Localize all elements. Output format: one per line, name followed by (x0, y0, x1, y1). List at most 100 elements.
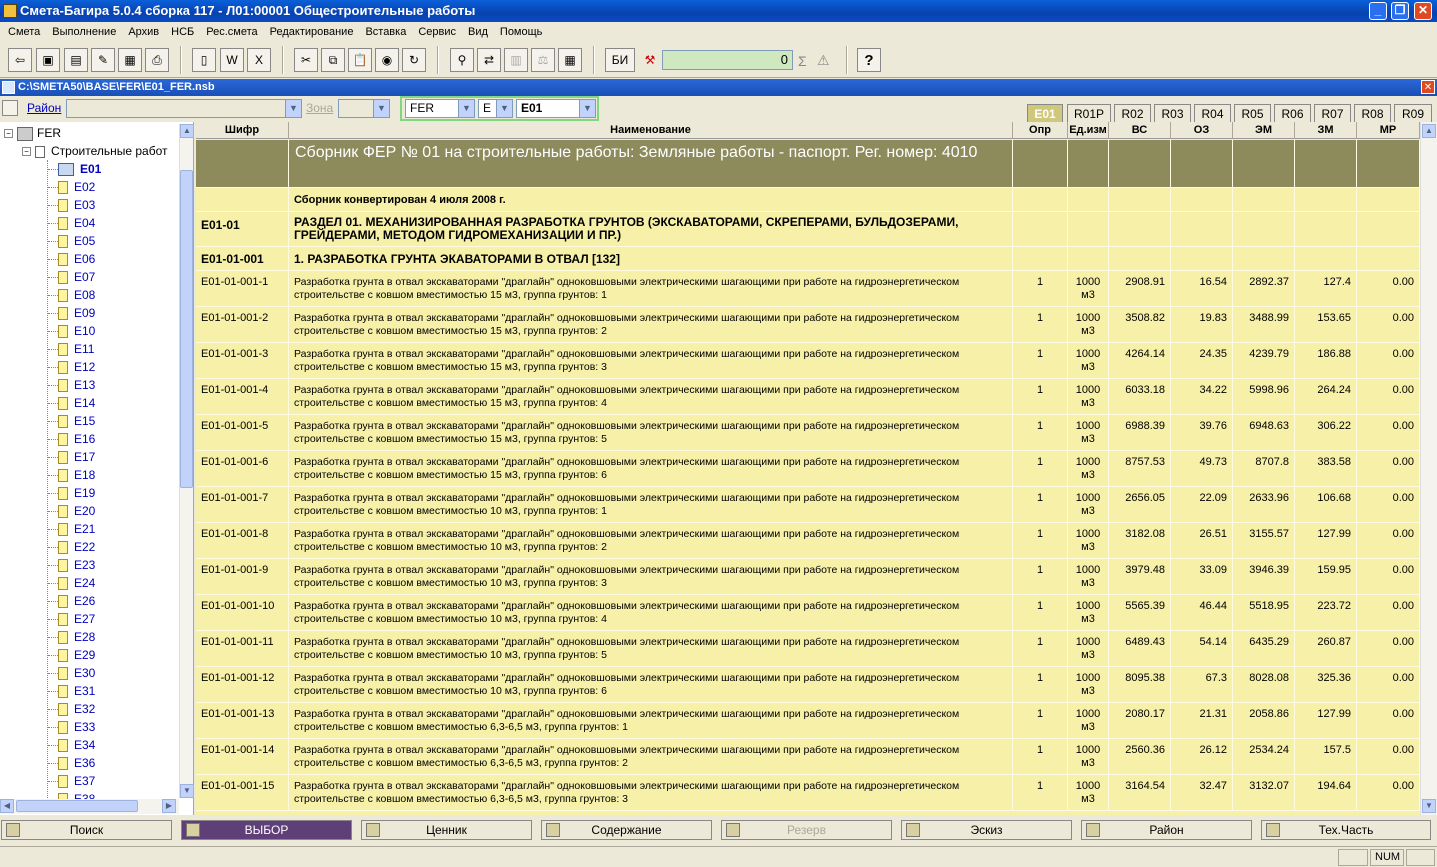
replace-icon[interactable]: ⇄ (477, 48, 501, 72)
edit-icon[interactable]: ✎ (91, 48, 115, 72)
menu-item[interactable]: Вставка (359, 26, 412, 38)
column-header[interactable]: Наименование (289, 122, 1013, 139)
tree-vertical-scrollbar[interactable]: ▲ ▼ (179, 124, 194, 798)
tree-item-e13[interactable]: E13 (58, 376, 95, 394)
tree-item-e03[interactable]: E03 (58, 196, 95, 214)
column-header[interactable]: ОЗ (1171, 122, 1233, 139)
open-icon[interactable]: ▣ (36, 48, 60, 72)
section-row[interactable]: E01-01 РАЗДЕЛ 01. МЕХАНИЗИРОВАННАЯ РАЗРАБ… (196, 212, 1420, 247)
minimize-button[interactable]: _ (1369, 2, 1387, 20)
tree-item-e27[interactable]: E27 (58, 610, 95, 628)
scroll-right-icon[interactable]: ▶ (162, 799, 176, 813)
tree-item-e31[interactable]: E31 (58, 682, 95, 700)
table-scroll-up-icon[interactable]: ▲ (1422, 124, 1436, 138)
tab-r05[interactable]: R05 (1234, 104, 1271, 122)
column-header[interactable]: ВС (1109, 122, 1171, 139)
close-document-icon[interactable]: ✕ (1421, 80, 1435, 94)
print-icon[interactable]: ⎙ (145, 48, 169, 72)
bottom-button[interactable]: Поиск (1, 820, 172, 840)
tree-item-e09[interactable]: E09 (58, 304, 95, 322)
bottom-button[interactable]: Район (1081, 820, 1252, 840)
menu-item[interactable]: Рес.смета (200, 26, 263, 38)
tree-scroll-thumb[interactable] (180, 170, 193, 488)
table-row[interactable]: E01-01-001-13 Разработка грунта в отвал э… (196, 703, 1420, 739)
hammer-icon[interactable]: ⚒ (638, 48, 662, 72)
tree-item-e20[interactable]: E20 (58, 502, 95, 520)
table-scroll-down-icon[interactable]: ▼ (1422, 799, 1436, 813)
menu-item[interactable]: Помощь (494, 26, 549, 38)
menu-item[interactable]: Смета (2, 26, 46, 38)
maximize-button[interactable]: ❐ (1391, 2, 1409, 20)
menu-item[interactable]: Выполнение (46, 26, 122, 38)
column-header[interactable]: МР (1357, 122, 1420, 139)
tree-item-e18[interactable]: E18 (58, 466, 95, 484)
paste-icon[interactable]: 📋 (348, 48, 372, 72)
app-icon[interactable] (3, 4, 17, 18)
counter-field[interactable]: 0 (662, 50, 793, 70)
tree-item-e12[interactable]: E12 (58, 358, 95, 376)
help-icon[interactable]: ? (857, 48, 881, 72)
tree-item-e08[interactable]: E08 (58, 286, 95, 304)
table-row[interactable]: E01-01-001-4 Разработка грунта в отвал эк… (196, 379, 1420, 415)
tab-r04[interactable]: R04 (1194, 104, 1231, 122)
tree-item-e17[interactable]: E17 (58, 448, 95, 466)
tree-item-e16[interactable]: E16 (58, 430, 95, 448)
code-select[interactable]: E01 ▼ (516, 99, 596, 118)
tree-item-e22[interactable]: E22 (58, 538, 95, 556)
bottom-button[interactable]: Содержание (541, 820, 712, 840)
base-select[interactable]: FER ▼ (405, 99, 475, 118)
tree-item-e11[interactable]: E11 (58, 340, 94, 358)
bottom-button[interactable]: Ценник (361, 820, 532, 840)
table-row[interactable]: E01-01-001-9 Разработка грунта в отвал эк… (196, 559, 1420, 595)
tab-r03[interactable]: R03 (1154, 104, 1191, 122)
bi-button[interactable]: БИ (605, 48, 635, 72)
tree-item-e15[interactable]: E15 (58, 412, 95, 430)
table-row[interactable]: E01-01-001-15 Разработка грунта в отвал э… (196, 775, 1420, 811)
binoculars-icon[interactable]: ⚲ (450, 48, 474, 72)
tab-r07[interactable]: R07 (1314, 104, 1351, 122)
tab-r02[interactable]: R02 (1114, 104, 1151, 122)
table-vertical-scrollbar[interactable]: ▲ ▼ (1420, 122, 1437, 815)
speaker-icon[interactable]: ◉ (375, 48, 399, 72)
bottom-button[interactable]: Эскиз (901, 820, 1072, 840)
tree-item-e32[interactable]: E32 (58, 700, 95, 718)
tree-item-e19[interactable]: E19 (58, 484, 95, 502)
menu-item[interactable]: Сервис (412, 26, 462, 38)
menu-item[interactable]: Редактирование (264, 26, 360, 38)
tab-r09[interactable]: R09 (1394, 104, 1432, 122)
bottom-button[interactable]: ВЫБОР (181, 820, 352, 840)
tree-item-e28[interactable]: E28 (58, 628, 95, 646)
tree-item-e26[interactable]: E26 (58, 592, 95, 610)
letter-select[interactable]: E ▼ (478, 99, 513, 118)
tab-e01[interactable]: E01 (1027, 104, 1063, 122)
table-row[interactable]: E01-01-001-11 Разработка грунта в отвал э… (196, 631, 1420, 667)
column-header[interactable]: ЭМ (1233, 122, 1295, 139)
cut-icon[interactable]: ✂ (294, 48, 318, 72)
excel-icon[interactable]: X (247, 48, 271, 72)
converted-row[interactable]: Сборник конвертирован 4 июля 2008 г. (196, 188, 1420, 212)
column-header[interactable]: Шифр (196, 122, 289, 139)
panel-toggle-icon[interactable] (2, 100, 18, 116)
table-row[interactable]: E01-01-001-7 Разработка грунта в отвал эк… (196, 487, 1420, 523)
menu-item[interactable]: Вид (462, 26, 494, 38)
table-row[interactable]: E01-01-001-1 Разработка грунта в отвал эк… (196, 271, 1420, 307)
scroll-left-icon[interactable]: ◀ (0, 799, 14, 813)
tree-item-e04[interactable]: E04 (58, 214, 95, 232)
scroll-down-icon[interactable]: ▼ (180, 784, 194, 798)
tab-r01p[interactable]: R01P (1067, 104, 1111, 122)
column-header[interactable]: Опр (1013, 122, 1068, 139)
tree-item-e23[interactable]: E23 (58, 556, 95, 574)
tree-item-e10[interactable]: E10 (58, 322, 95, 340)
tree-item-e14[interactable]: E14 (58, 394, 95, 412)
column-header[interactable]: ЗМ (1295, 122, 1357, 139)
menu-item[interactable]: НСБ (165, 26, 200, 38)
back-icon[interactable]: ⇦ (8, 48, 32, 72)
table-row[interactable]: E01-01-001-12 Разработка грунта в отвал э… (196, 667, 1420, 703)
bottom-button[interactable]: Тех.Часть (1261, 820, 1431, 840)
tree-root[interactable]: − FER (4, 124, 61, 142)
refresh-icon[interactable]: ↻ (402, 48, 426, 72)
region-link[interactable]: Район (27, 101, 61, 115)
tree-item-e06[interactable]: E06 (58, 250, 95, 268)
table-row[interactable]: E01-01-001-10 Разработка грунта в отвал э… (196, 595, 1420, 631)
close-button[interactable]: ✕ (1414, 2, 1432, 20)
